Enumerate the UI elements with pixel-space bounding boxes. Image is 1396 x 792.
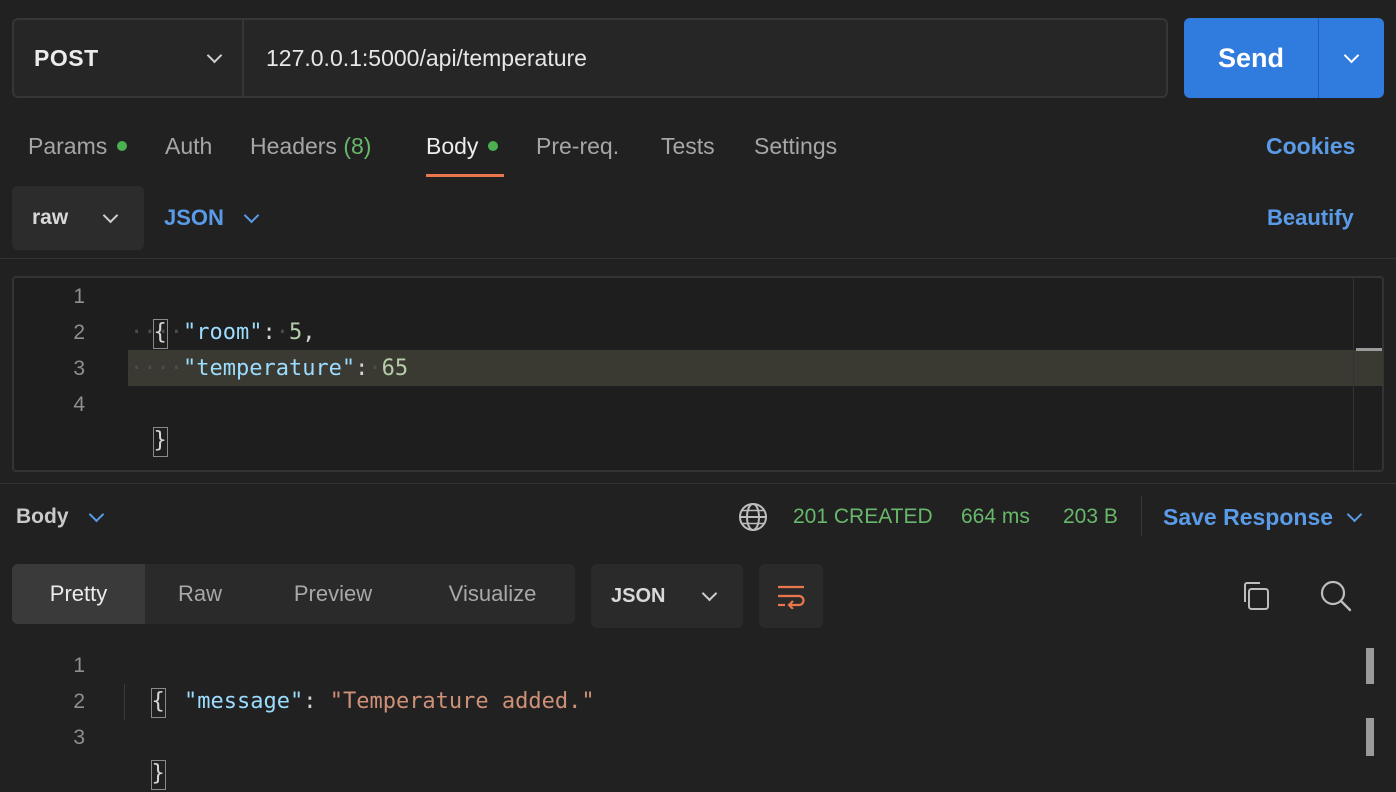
- tab-tests[interactable]: Tests: [661, 128, 715, 164]
- code-line: ····"room":·5,: [130, 320, 316, 345]
- tab-label: Body: [426, 132, 479, 159]
- chevron-down-icon: [1343, 47, 1360, 63]
- response-size[interactable]: 203 B: [1063, 496, 1118, 538]
- response-section-label: Body: [16, 505, 69, 528]
- body-language-label: JSON: [164, 205, 224, 230]
- wrap-lines-icon: [778, 585, 805, 609]
- line-number: 3: [73, 726, 85, 749]
- status-code[interactable]: 201 CREATED: [793, 496, 933, 538]
- line-number: 2: [73, 321, 85, 344]
- response-format-select[interactable]: JSON: [591, 564, 743, 628]
- modified-dot: [117, 141, 128, 151]
- code-line: {: [124, 648, 166, 718]
- copy-icon[interactable]: [1240, 580, 1272, 612]
- cookies-link[interactable]: Cookies: [1266, 128, 1355, 164]
- tab-label: Pre-req.: [536, 132, 620, 159]
- editor-scrollbar-marker: [1356, 348, 1382, 351]
- chevron-down-icon: [102, 207, 119, 223]
- tab-pre-request[interactable]: Pre-req.: [536, 128, 619, 164]
- tab-params[interactable]: Params: [28, 128, 128, 164]
- json-key: "message": [184, 689, 304, 714]
- body-language-select[interactable]: JSON: [164, 186, 260, 250]
- url-input[interactable]: 127.0.0.1:5000/api/temperature: [266, 18, 587, 98]
- chevron-down-icon: [701, 585, 718, 601]
- globe-icon[interactable]: [738, 502, 768, 532]
- json-key: "room": [182, 320, 263, 345]
- scrollbar-thumb[interactable]: [1366, 648, 1374, 684]
- send-options-button[interactable]: [1319, 18, 1384, 98]
- tab-label: Settings: [754, 132, 838, 159]
- line-number: 3: [73, 357, 85, 380]
- response-time[interactable]: 664 ms: [961, 496, 1030, 538]
- indent-guide: [124, 684, 125, 720]
- tab-label: Headers: [250, 132, 337, 159]
- send-button[interactable]: Send: [1184, 18, 1318, 98]
- response-section-select[interactable]: Body: [16, 496, 104, 538]
- json-value: 5: [288, 320, 303, 345]
- code-line: }: [126, 387, 168, 457]
- body-mode-label: raw: [32, 206, 69, 229]
- save-response-button[interactable]: Save Response: [1163, 496, 1363, 538]
- divider: [1141, 496, 1142, 536]
- view-tab-pretty[interactable]: Pretty: [12, 564, 145, 624]
- chevron-down-icon: [88, 506, 104, 522]
- method-label: POST: [34, 44, 99, 71]
- search-icon[interactable]: [1318, 578, 1354, 614]
- wrap-lines-button[interactable]: [759, 564, 823, 628]
- tab-settings[interactable]: Settings: [754, 128, 837, 164]
- close-brace: }: [152, 427, 168, 457]
- code-line: ····"temperature":·65: [130, 356, 409, 381]
- line-number: 1: [73, 285, 85, 308]
- code-line: }: [124, 720, 166, 790]
- line-number: 4: [73, 393, 85, 416]
- tab-auth[interactable]: Auth: [165, 128, 212, 164]
- beautify-link[interactable]: Beautify: [1267, 186, 1354, 250]
- scrollbar-thumb[interactable]: [1366, 718, 1374, 756]
- code-line: "message": "Temperature added.": [184, 689, 595, 714]
- tab-headers[interactable]: Headers (8): [250, 128, 371, 164]
- tab-body[interactable]: Body: [426, 128, 499, 164]
- body-mode-select[interactable]: raw: [12, 186, 144, 250]
- tab-label: Auth: [165, 132, 213, 159]
- save-response-label: Save Response: [1163, 503, 1334, 530]
- code-line: {: [126, 279, 168, 349]
- divider: [0, 258, 1396, 259]
- headers-count: (8): [343, 132, 372, 159]
- json-value: 65: [381, 356, 409, 381]
- chevron-down-icon: [243, 207, 260, 223]
- editor-scrollbar-track: [1353, 278, 1354, 470]
- response-format-label: JSON: [611, 584, 666, 607]
- json-value: "Temperature added.": [329, 689, 595, 714]
- view-tab-raw[interactable]: Raw: [145, 564, 255, 624]
- chevron-down-icon: [206, 47, 223, 63]
- modified-dot: [488, 141, 499, 151]
- view-tab-preview[interactable]: Preview: [265, 564, 401, 624]
- close-brace: }: [150, 760, 166, 790]
- line-number: 2: [73, 690, 85, 713]
- json-key: "temperature": [182, 356, 356, 381]
- open-brace: {: [150, 688, 166, 718]
- tab-label: Tests: [661, 132, 715, 159]
- method-select[interactable]: POST: [12, 18, 244, 98]
- line-number: 1: [73, 654, 85, 677]
- chevron-down-icon: [1346, 506, 1363, 522]
- divider: [0, 483, 1396, 484]
- active-tab-indicator: [426, 174, 504, 177]
- view-tab-visualize[interactable]: Visualize: [420, 564, 565, 624]
- tab-label: Params: [28, 132, 108, 159]
